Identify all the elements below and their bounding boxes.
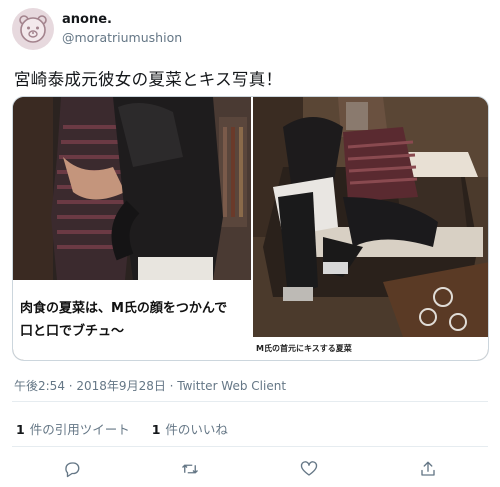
left-caption-line1: 肉食の夏菜は、M氏の顔をつかんで: [20, 301, 228, 316]
tweet-stats: 1 件の引用ツイート 1 件のいいね: [16, 419, 228, 438]
media-container[interactable]: 肉食の夏菜は、M氏の顔をつかんで 口と口でブチュ〜 M氏の首元にキスする夏菜: [12, 96, 489, 361]
likes-count: 1: [151, 422, 161, 437]
reply-button[interactable]: [61, 458, 83, 480]
divider: [12, 446, 488, 447]
quote-tweets-stat[interactable]: 1 件の引用ツイート: [16, 419, 130, 438]
right-photo-caption: M氏の首元にキスする夏菜: [253, 337, 488, 360]
share-button[interactable]: [417, 458, 439, 480]
likes-stat[interactable]: 1 件のいいね: [152, 419, 228, 438]
left-caption-line2: 口と口でブチュ〜: [20, 324, 125, 339]
user-handle[interactable]: @moratriumushion: [62, 30, 182, 45]
right-photo[interactable]: M氏の首元にキスする夏菜: [253, 97, 488, 360]
like-icon: [300, 461, 318, 476]
share-icon: [421, 461, 435, 476]
tweet-timestamp[interactable]: 午後2:54 · 2018年9月28日 · Twitter Web Client: [14, 377, 286, 394]
retweet-button[interactable]: [179, 458, 201, 480]
tweet-actions: [0, 458, 500, 480]
quote-tweets-label: 件の引用ツイート: [29, 422, 130, 437]
reply-icon: [65, 462, 80, 478]
left-photo[interactable]: 肉食の夏菜は、M氏の顔をつかんで 口と口でブチュ〜: [13, 97, 251, 360]
left-photo-caption: 肉食の夏菜は、M氏の顔をつかんで 口と口でブチュ〜: [13, 280, 251, 360]
avatar[interactable]: [12, 8, 54, 50]
tweet-text: 宮崎泰成元彼女の夏菜とキス写真！: [14, 70, 283, 89]
likes-label: 件のいいね: [165, 422, 228, 437]
display-name[interactable]: anone.: [62, 12, 112, 27]
quote-tweets-count: 1: [16, 422, 25, 437]
bear-face-icon: [19, 15, 47, 43]
retweet-icon: [182, 464, 198, 474]
like-button[interactable]: [298, 458, 320, 480]
divider: [12, 401, 488, 402]
right-photo-image: [253, 97, 488, 360]
